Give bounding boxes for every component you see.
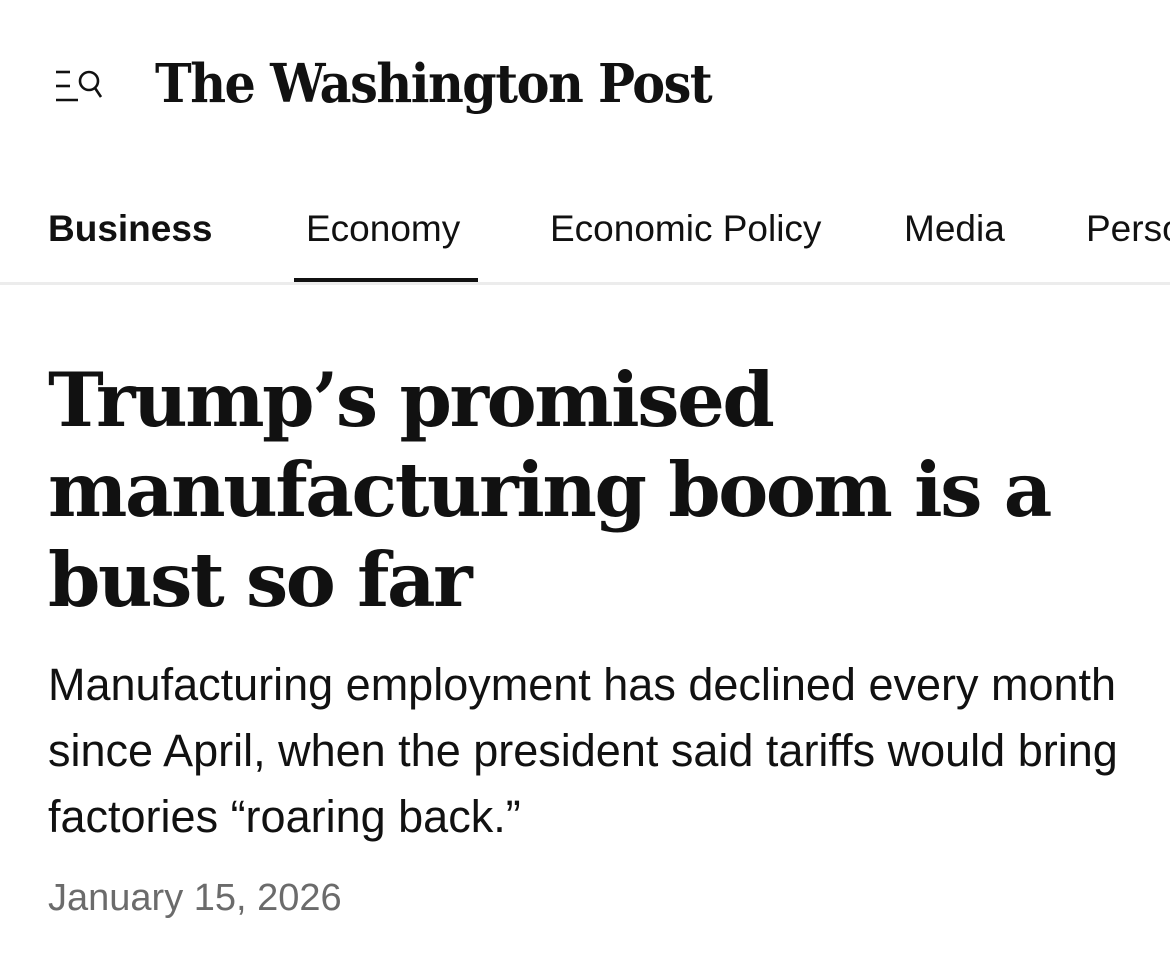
- nav-item-economic-policy[interactable]: Economic Policy: [550, 176, 821, 282]
- article-headline: Trump’s promised manufacturing boom is a…: [48, 356, 1052, 624]
- menu-search-icon: [56, 70, 103, 102]
- nav-item-business[interactable]: Business: [48, 176, 213, 282]
- article-date: January 15, 2026: [48, 877, 342, 919]
- washington-post-logo[interactable]: The Washington Post: [155, 46, 713, 122]
- article-dek: Manufacturing employment has declined ev…: [48, 659, 1118, 842]
- masthead: The Washington Post: [0, 0, 1170, 175]
- nav-item-media[interactable]: Media: [904, 176, 1005, 282]
- nav-item-economy[interactable]: Economy: [306, 176, 460, 282]
- nav-item-personal-finance[interactable]: Perso: [1086, 176, 1170, 282]
- menu-search-button[interactable]: [48, 60, 108, 112]
- active-tab-indicator: [294, 278, 478, 282]
- section-nav: Business Economy Economic Policy Media P…: [0, 176, 1170, 285]
